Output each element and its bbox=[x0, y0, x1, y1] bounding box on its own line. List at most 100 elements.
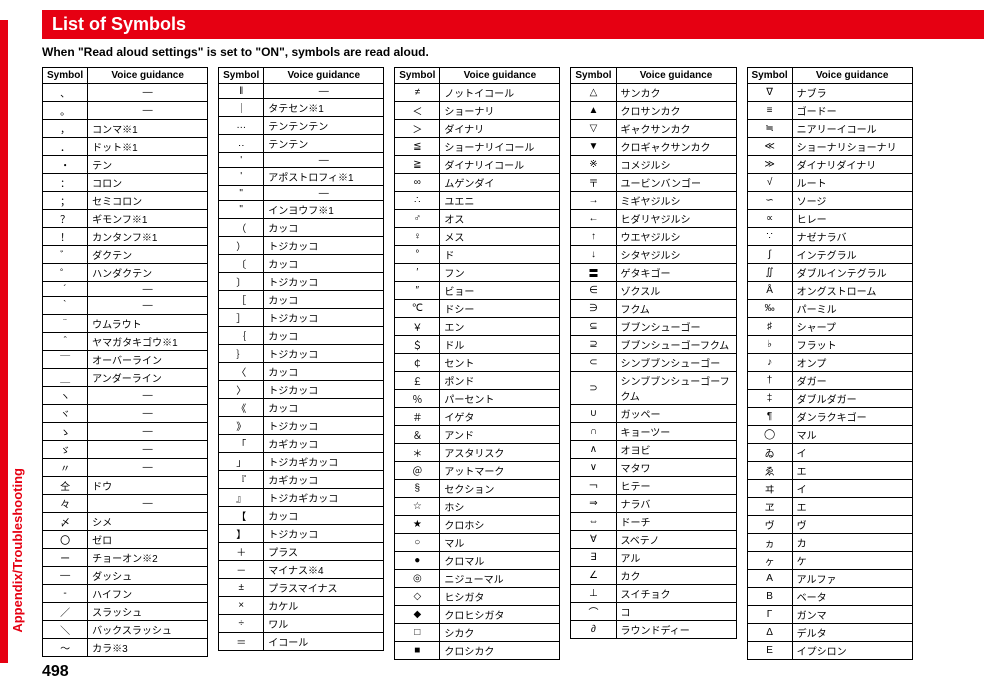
symbol-cell: ＞ bbox=[395, 120, 440, 138]
symbol-cell: ＝ bbox=[219, 633, 264, 651]
voice-cell: — bbox=[88, 84, 208, 102]
table-row: －マイナス※4 bbox=[219, 561, 384, 579]
symbol-cell: ⇔ bbox=[571, 513, 616, 531]
table-row: ヵカ bbox=[747, 534, 912, 552]
table-row: ￠セント bbox=[395, 354, 560, 372]
voice-cell: ギャクサンカク bbox=[616, 120, 736, 138]
table-row: ￣オーバーライン bbox=[43, 351, 208, 369]
table-row: ∃アル bbox=[571, 549, 736, 567]
voice-cell: テン bbox=[88, 156, 208, 174]
voice-cell: パーセント bbox=[440, 390, 560, 408]
table-row: °ド bbox=[395, 246, 560, 264]
table-row: 〓ゲタキゴー bbox=[571, 264, 736, 282]
symbol-cell: ■ bbox=[395, 642, 440, 660]
table-row: 「カギカッコ bbox=[219, 435, 384, 453]
symbol-cell: Γ bbox=[747, 606, 792, 624]
voice-cell: サンカク bbox=[616, 84, 736, 102]
table-row: ℃ドシー bbox=[395, 300, 560, 318]
table-row: Δデルタ bbox=[747, 624, 912, 642]
symbol-cell: ゛ bbox=[43, 246, 88, 264]
voice-cell: ウムラウト bbox=[88, 315, 208, 333]
table-row: ¶ダンラクキゴー bbox=[747, 408, 912, 426]
table-row: ＊アスタリスク bbox=[395, 444, 560, 462]
table-row: ，コンマ※1 bbox=[43, 120, 208, 138]
table-row: ☆ホシ bbox=[395, 498, 560, 516]
table-row: ｝トジカッコ bbox=[219, 345, 384, 363]
symbol-cell: ¨ bbox=[43, 315, 88, 333]
voice-cell: キョーツー bbox=[616, 423, 736, 441]
symbol-cell: 』 bbox=[219, 489, 264, 507]
symbol-cell: ≫ bbox=[747, 156, 792, 174]
symbol-cell: ； bbox=[43, 192, 88, 210]
symbol-cell: ＄ bbox=[395, 336, 440, 354]
voice-cell: トジカッコ bbox=[264, 309, 384, 327]
symbol-cell: ∴ bbox=[395, 192, 440, 210]
voice-cell: ゴードー bbox=[792, 102, 912, 120]
symbol-cell: ⌒ bbox=[571, 603, 616, 621]
symbol-cell: ⊥ bbox=[571, 585, 616, 603]
table-row: ￡ポンド bbox=[395, 372, 560, 390]
symbol-cell: 〓 bbox=[571, 264, 616, 282]
symbol-cell: 〒 bbox=[571, 174, 616, 192]
table-row: ≒ニアリーイコール bbox=[747, 120, 912, 138]
table-row: ※コメジルシ bbox=[571, 156, 736, 174]
voice-cell: スベテノ bbox=[616, 531, 736, 549]
table-row: ∈ゾクスル bbox=[571, 282, 736, 300]
voice-cell: ハイフン bbox=[88, 585, 208, 603]
symbol-cell: × bbox=[219, 597, 264, 615]
symbol-cell: ∨ bbox=[571, 459, 616, 477]
symbol-cell: ， bbox=[43, 120, 88, 138]
symbol-cell: ∬ bbox=[747, 264, 792, 282]
table-row: ∪ガッペー bbox=[571, 405, 736, 423]
symbol-cell: ¶ bbox=[747, 408, 792, 426]
symbol-cell: ヰ bbox=[747, 480, 792, 498]
voice-cell: ウエヤジルシ bbox=[616, 228, 736, 246]
page-number: 498 bbox=[42, 663, 69, 681]
symbol-cell: ⊃ bbox=[571, 372, 616, 405]
voice-cell: トジカギカッコ bbox=[264, 453, 384, 471]
voice-cell: マイナス※4 bbox=[264, 561, 384, 579]
table-row: ｜タテセン※1 bbox=[219, 99, 384, 117]
symbol-cell: ※ bbox=[571, 156, 616, 174]
symbol-cell: ∩ bbox=[571, 423, 616, 441]
voice-cell: オヨビ bbox=[616, 441, 736, 459]
symbol-cell: ≒ bbox=[747, 120, 792, 138]
symbol-cell: 〉 bbox=[219, 381, 264, 399]
voice-cell: — bbox=[264, 84, 384, 99]
voice-cell: マル bbox=[792, 426, 912, 444]
table-row: ヰイ bbox=[747, 480, 912, 498]
voice-cell: ナブラ bbox=[792, 84, 912, 102]
symbol-cell: ー bbox=[43, 549, 88, 567]
voice-cell: ダガー bbox=[792, 372, 912, 390]
symbol-cell: ○ bbox=[395, 534, 440, 552]
symbol-cell: 〆 bbox=[43, 513, 88, 531]
table-row: ＃イゲタ bbox=[395, 408, 560, 426]
table-row: ∝ヒレー bbox=[747, 210, 912, 228]
table-row: ∂ラウンドディー bbox=[571, 621, 736, 639]
symbol-cell: ！ bbox=[43, 228, 88, 246]
table-row: 〆シメ bbox=[43, 513, 208, 531]
table-row: △サンカク bbox=[571, 84, 736, 102]
voice-cell: カッコ bbox=[264, 291, 384, 309]
voice-cell: シンブブンシューゴー bbox=[616, 354, 736, 372]
table-row: ◎ニジューマル bbox=[395, 570, 560, 588]
table-row: ＄ドル bbox=[395, 336, 560, 354]
voice-cell: イゲタ bbox=[440, 408, 560, 426]
symbol-cell: ● bbox=[395, 552, 440, 570]
symbol-cell: ￠ bbox=[395, 354, 440, 372]
symbol-cell: ◎ bbox=[395, 570, 440, 588]
table-row: Γガンマ bbox=[747, 606, 912, 624]
table-row: ／スラッシュ bbox=[43, 603, 208, 621]
voice-cell: セント bbox=[440, 354, 560, 372]
table-row: ⊆ブブンシューゴー bbox=[571, 318, 736, 336]
table-row: ⊇ブブンシューゴーフクム bbox=[571, 336, 736, 354]
voice-cell: カンタンフ※1 bbox=[88, 228, 208, 246]
side-accent-bar bbox=[0, 20, 8, 663]
voice-cell: チョーオン※2 bbox=[88, 549, 208, 567]
voice-cell: オーバーライン bbox=[88, 351, 208, 369]
voice-cell: トジカッコ bbox=[264, 525, 384, 543]
voice-cell: プラスマイナス bbox=[264, 579, 384, 597]
table-row: Αアルファ bbox=[747, 570, 912, 588]
symbol-cell: 々 bbox=[43, 495, 88, 513]
table-row: ≠ノットイコール bbox=[395, 84, 560, 102]
